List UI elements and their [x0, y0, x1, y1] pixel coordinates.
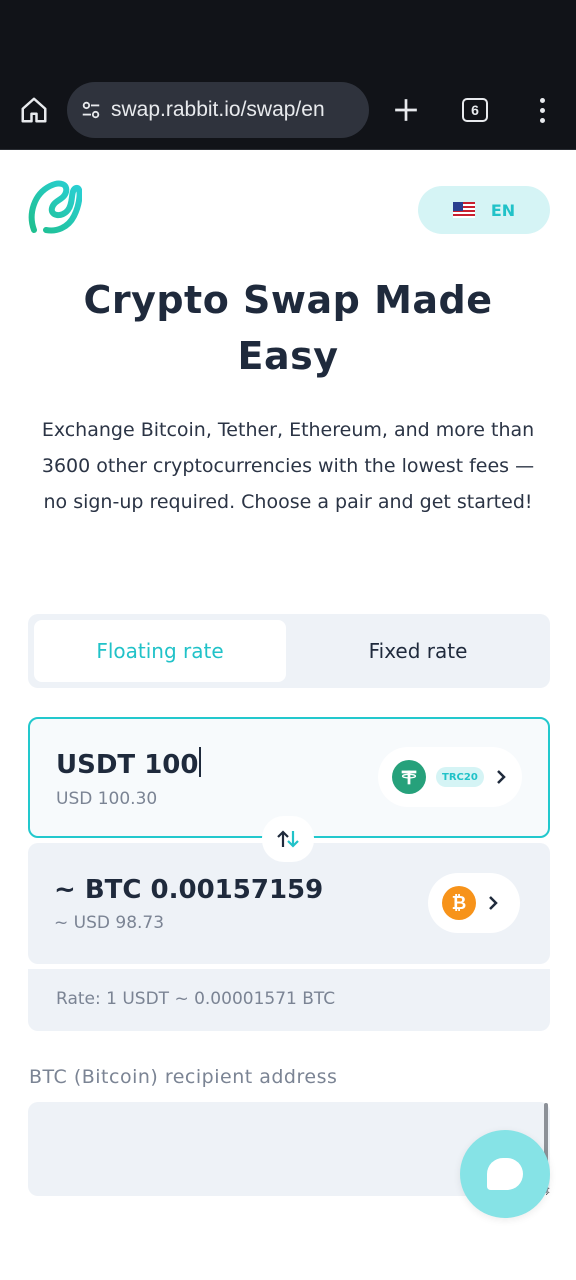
- tab-fixed-rate[interactable]: Fixed rate: [290, 620, 546, 682]
- swap-direction-button[interactable]: [262, 816, 314, 862]
- page-title: Crypto Swap Made Easy: [83, 278, 493, 378]
- site-settings-icon[interactable]: [79, 98, 103, 122]
- chat-bubble-icon: [487, 1158, 523, 1190]
- swap-arrows-icon: [277, 830, 299, 848]
- us-flag-icon: [452, 202, 475, 218]
- home-button[interactable]: [16, 92, 52, 128]
- plus-icon: [395, 99, 417, 121]
- receive-coin-selector[interactable]: ₿: [428, 873, 520, 933]
- chevron-right-icon: [486, 896, 500, 910]
- send-amount-value: USDT 100: [56, 750, 199, 780]
- bitcoin-icon: ₿: [442, 886, 476, 920]
- recipient-address-label: BTC (Bitcoin) recipient address: [29, 1066, 338, 1088]
- receive-amount: ~ BTC 0.00157159: [54, 875, 324, 905]
- tabs-icon[interactable]: 6: [462, 98, 488, 122]
- chevron-right-icon: [494, 770, 508, 784]
- text-cursor: [199, 747, 202, 777]
- exchange-rate-text: Rate: 1 USDT ~ 0.00001571 BTC: [56, 989, 336, 1009]
- url-text: swap.rabbit.io/swap/en: [111, 98, 325, 121]
- status-bar: [0, 0, 576, 70]
- exchange-rate-box: Rate: 1 USDT ~ 0.00001571 BTC: [28, 969, 550, 1031]
- network-badge: TRC20: [436, 767, 484, 787]
- receive-usd-value: ~ USD 98.73: [54, 913, 165, 933]
- send-coin-selector[interactable]: TRC20: [378, 747, 522, 807]
- address-bar[interactable]: swap.rabbit.io/swap/en: [67, 82, 369, 138]
- home-icon: [21, 97, 47, 123]
- browser-toolbar: swap.rabbit.io/swap/en 6: [0, 70, 576, 150]
- new-tab-button[interactable]: [388, 92, 424, 128]
- chat-button[interactable]: [460, 1130, 550, 1218]
- language-label: EN: [490, 200, 516, 220]
- tab-floating-rate[interactable]: Floating rate: [34, 620, 286, 682]
- tether-icon: [392, 760, 426, 794]
- more-vert-icon[interactable]: [530, 92, 554, 128]
- rate-type-toggle: Floating rate Fixed rate: [28, 614, 550, 688]
- page-subtitle: Exchange Bitcoin, Tether, Ethereum, and …: [41, 419, 535, 513]
- send-amount-input[interactable]: USDT 100: [56, 747, 202, 780]
- send-usd-value: USD 100.30: [56, 789, 158, 809]
- language-selector[interactable]: EN: [418, 186, 550, 234]
- rabbit-logo[interactable]: [26, 178, 83, 236]
